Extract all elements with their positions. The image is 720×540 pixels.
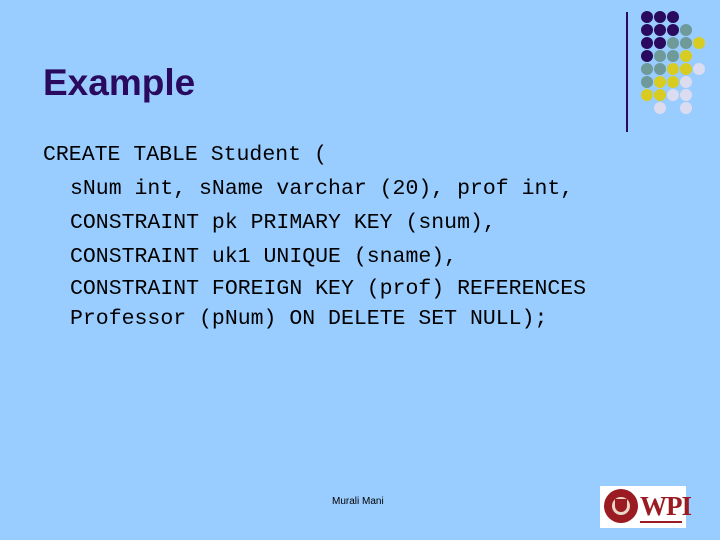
decorative-dot xyxy=(641,76,653,88)
decorative-dot xyxy=(680,102,692,114)
decorative-dot xyxy=(680,37,692,49)
decorative-dot xyxy=(654,24,666,36)
code-line: CONSTRAINT pk PRIMARY KEY (snum), xyxy=(70,211,496,235)
decorative-dot xyxy=(667,11,679,23)
decorative-dot xyxy=(654,37,666,49)
decorative-divider xyxy=(626,12,628,132)
decorative-dot xyxy=(667,37,679,49)
decorative-dot xyxy=(654,76,666,88)
wpi-logo: WPI xyxy=(600,486,692,528)
code-line: CONSTRAINT FOREIGN KEY (prof) REFERENCES xyxy=(70,277,587,301)
slide-title: Example xyxy=(43,62,196,103)
decorative-dot xyxy=(641,37,653,49)
code-line: sNum int, sName varchar (20), prof int, xyxy=(70,177,574,201)
decorative-dot xyxy=(693,37,705,49)
code-line: CREATE TABLE Student ( xyxy=(43,143,327,167)
decorative-dot xyxy=(680,89,692,101)
decorative-dot xyxy=(641,50,653,62)
sql-code-block: CREATE TABLE Student ( sNum int, sName v… xyxy=(43,138,586,334)
logo-text: WPI xyxy=(640,491,692,521)
decorative-dot xyxy=(680,76,692,88)
decorative-dot xyxy=(667,24,679,36)
code-line: CONSTRAINT uk1 UNIQUE (sname), xyxy=(70,245,458,269)
decorative-dot xyxy=(654,11,666,23)
decorative-dot xyxy=(654,50,666,62)
decorative-dot xyxy=(654,63,666,75)
decorative-dot xyxy=(693,63,705,75)
decorative-dot xyxy=(667,76,679,88)
wpi-seal-icon xyxy=(604,489,638,523)
decorative-dot xyxy=(680,24,692,36)
decorative-dot xyxy=(641,89,653,101)
decorative-dot xyxy=(680,63,692,75)
decorative-dot xyxy=(680,50,692,62)
decorative-dot xyxy=(667,50,679,62)
decorative-dot xyxy=(641,24,653,36)
decorative-dot xyxy=(654,89,666,101)
decorative-dot xyxy=(641,11,653,23)
decorative-dot xyxy=(667,63,679,75)
code-line: Professor (pNum) ON DELETE SET NULL); xyxy=(70,307,548,331)
decorative-dot xyxy=(641,63,653,75)
decorative-dot xyxy=(654,102,666,114)
footer-author: Murali Mani xyxy=(332,496,384,507)
decorative-dot xyxy=(667,89,679,101)
